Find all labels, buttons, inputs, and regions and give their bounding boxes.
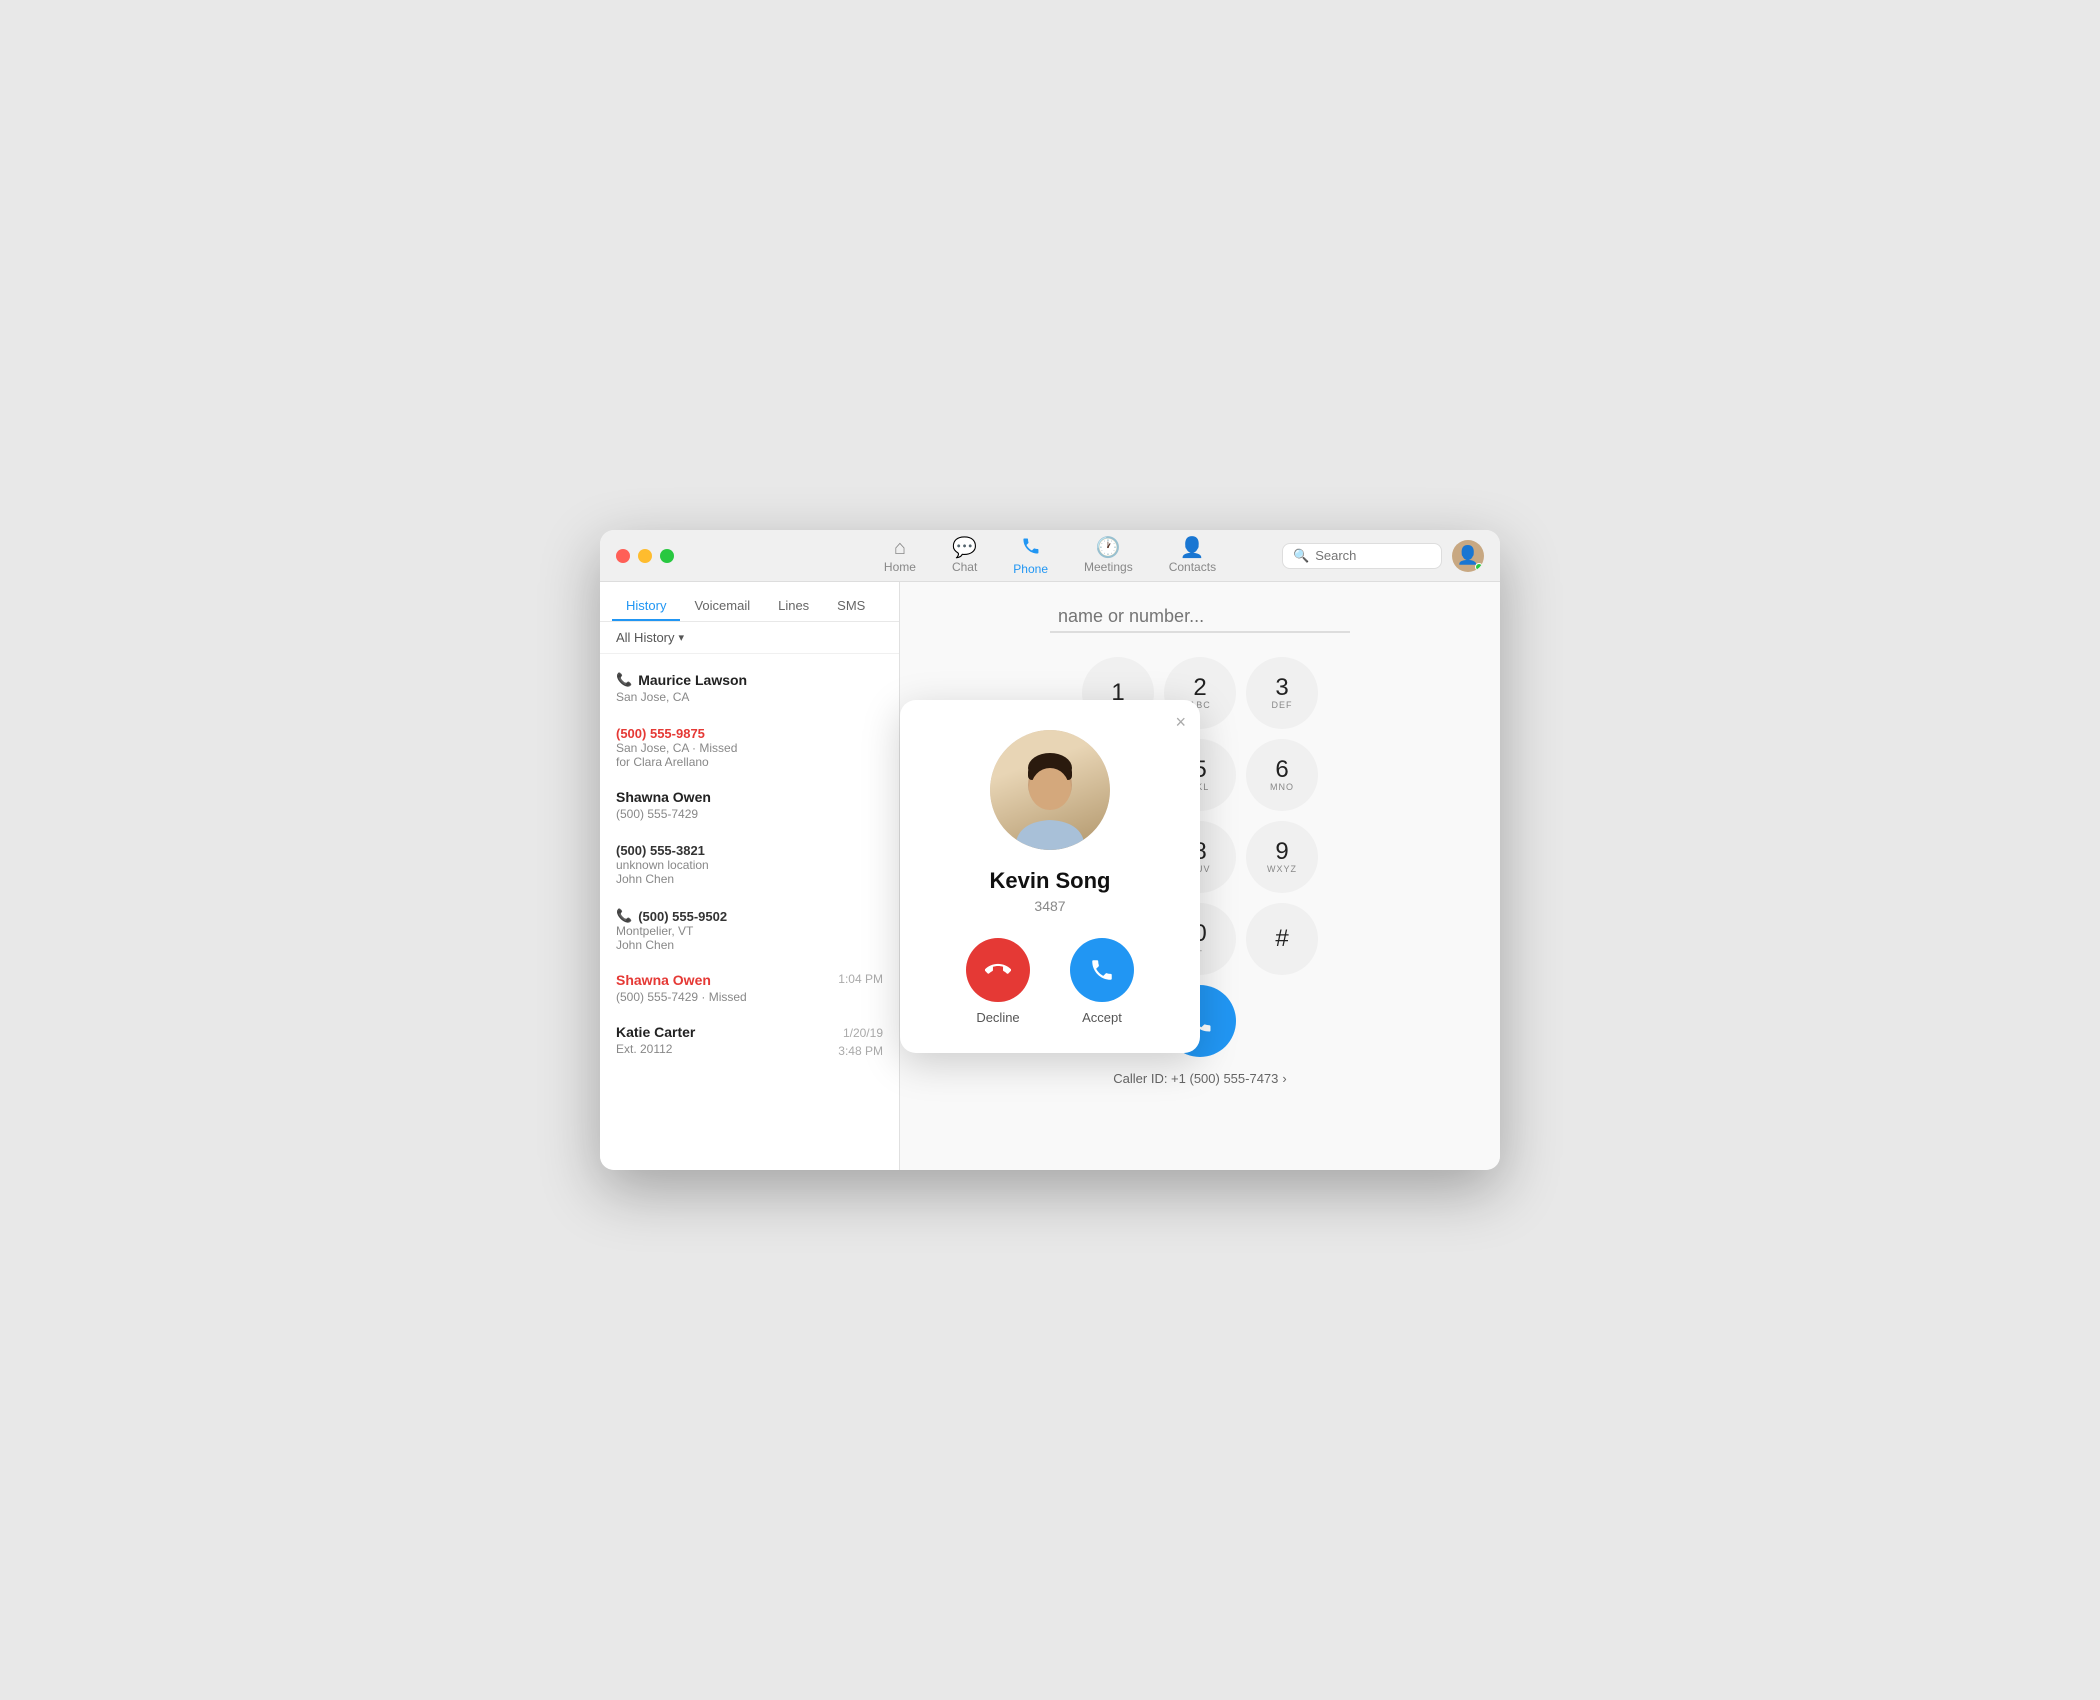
dial-hash[interactable]: #	[1246, 903, 1318, 975]
filter-row: All History ▾	[600, 622, 899, 654]
nav-chat[interactable]: 💬 Chat	[934, 532, 995, 580]
accept-action[interactable]: Accept	[1070, 938, 1134, 1025]
caller-name: Shawna Owen	[616, 789, 883, 805]
filter-button[interactable]: All History ▾	[616, 630, 684, 645]
dial-6[interactable]: 6MNO	[1246, 739, 1318, 811]
accept-label: Accept	[1082, 1010, 1122, 1025]
nav-home[interactable]: ⌂ Home	[866, 532, 934, 580]
caller-number: (500) 555-7429	[616, 807, 883, 821]
caller-location: San Jose, CA	[616, 690, 883, 704]
caller-avatar	[990, 730, 1110, 850]
nav-contacts-label: Contacts	[1169, 560, 1216, 574]
caller-name: 📞 Maurice Lawson	[616, 672, 883, 688]
call-detail: unknown location	[616, 858, 883, 872]
phone-icon: 📞	[616, 672, 632, 688]
minimize-button[interactable]	[638, 549, 652, 563]
accept-button[interactable]	[1070, 938, 1134, 1002]
nav-meetings[interactable]: 🕐 Meetings	[1066, 532, 1151, 580]
nav-chat-label: Chat	[952, 560, 977, 574]
tab-sms[interactable]: SMS	[823, 592, 879, 621]
list-item[interactable]: 📞 (500) 555-9502 Montpelier, VT John Che…	[600, 896, 899, 962]
app-window: ⌂ Home 💬 Chat Phone 🕐 Meetings 👤 Contact…	[600, 530, 1500, 1170]
modal-close-button[interactable]: ×	[1175, 712, 1186, 733]
incoming-call-modal: × Kevin Song	[900, 700, 1200, 1053]
chevron-down-icon: ▾	[679, 631, 685, 644]
call-detail: Montpelier, VT	[616, 924, 883, 938]
contacts-icon: 👤	[1180, 538, 1205, 558]
caller-number: (500) 555-3821	[616, 843, 883, 858]
list-item[interactable]: (500) 555-9875 San Jose, CA · Missed for…	[600, 714, 899, 779]
decline-action[interactable]: Decline	[966, 938, 1030, 1025]
caller-ext: Ext. 20112	[616, 1042, 695, 1056]
dialpad-input[interactable]	[1050, 602, 1350, 633]
dial-3[interactable]: 3DEF	[1246, 657, 1318, 729]
avatar[interactable]: 👤	[1452, 540, 1484, 572]
modal-actions: Decline Accept	[966, 938, 1134, 1025]
caller-ext: 3487	[1034, 898, 1065, 914]
tab-history[interactable]: History	[612, 592, 680, 621]
dial-9[interactable]: 9WXYZ	[1246, 821, 1318, 893]
caller-id-label: Caller ID: +1 (500) 555-7473	[1113, 1071, 1278, 1086]
caller-name-missed: Shawna Owen	[616, 972, 747, 988]
call-detail: San Jose, CA · Missed	[616, 741, 883, 755]
nav-contacts[interactable]: 👤 Contacts	[1151, 532, 1234, 580]
nav-right: 🔍 👤	[1282, 540, 1484, 572]
decline-button[interactable]	[966, 938, 1030, 1002]
caller-name: Katie Carter	[616, 1024, 695, 1040]
list-item[interactable]: (500) 555-3821 unknown location John Che…	[600, 831, 899, 896]
nav-meetings-label: Meetings	[1084, 560, 1133, 574]
list-item[interactable]: Shawna Owen (500) 555-7429	[600, 779, 899, 831]
caller-sub: (500) 555-7429 · Missed	[616, 990, 747, 1004]
list-item[interactable]: Shawna Owen (500) 555-7429 · Missed 1:04…	[600, 962, 899, 1014]
call-time: 1/20/193:48 PM	[838, 1024, 883, 1060]
call-list: 📞 Maurice Lawson San Jose, CA (500) 555-…	[600, 654, 899, 1170]
nav-phone-label: Phone	[1013, 562, 1048, 576]
missed-number: (500) 555-9875	[616, 726, 883, 741]
call-detail-2: John Chen	[616, 872, 883, 886]
chevron-down-icon: ›	[1282, 1071, 1286, 1086]
titlebar: ⌂ Home 💬 Chat Phone 🕐 Meetings 👤 Contact…	[600, 530, 1500, 582]
phone-nav-icon	[1021, 536, 1041, 560]
caller-name: Kevin Song	[989, 868, 1110, 894]
search-icon: 🔍	[1293, 548, 1309, 564]
left-panel: History Voicemail Lines SMS All History …	[600, 582, 900, 1170]
chat-icon: 💬	[952, 538, 977, 558]
caller-number: 📞 (500) 555-9502	[616, 908, 883, 924]
phone-icon: 📞	[616, 908, 632, 924]
nav-home-label: Home	[884, 560, 916, 574]
close-button[interactable]	[616, 549, 630, 563]
tabs-row: History Voicemail Lines SMS	[600, 582, 899, 622]
search-box[interactable]: 🔍	[1282, 543, 1442, 569]
list-item[interactable]: Katie Carter Ext. 20112 1/20/193:48 PM	[600, 1014, 899, 1070]
meetings-icon: 🕐	[1096, 538, 1121, 558]
home-icon: ⌂	[894, 538, 906, 558]
traffic-lights	[616, 549, 674, 563]
online-indicator	[1475, 563, 1483, 571]
tab-lines[interactable]: Lines	[764, 592, 823, 621]
call-detail-2: for Clara Arellano	[616, 755, 883, 769]
caller-id[interactable]: Caller ID: +1 (500) 555-7473 ›	[1113, 1071, 1286, 1086]
maximize-button[interactable]	[660, 549, 674, 563]
search-input[interactable]	[1315, 548, 1431, 563]
decline-label: Decline	[976, 1010, 1019, 1025]
call-detail-2: John Chen	[616, 938, 883, 952]
call-time: 1:04 PM	[838, 972, 883, 986]
nav-bar: ⌂ Home 💬 Chat Phone 🕐 Meetings 👤 Contact…	[866, 530, 1234, 582]
list-item[interactable]: 📞 Maurice Lawson San Jose, CA	[600, 662, 899, 714]
tab-voicemail[interactable]: Voicemail	[680, 592, 764, 621]
filter-label: All History	[616, 630, 675, 645]
nav-phone[interactable]: Phone	[995, 530, 1066, 582]
